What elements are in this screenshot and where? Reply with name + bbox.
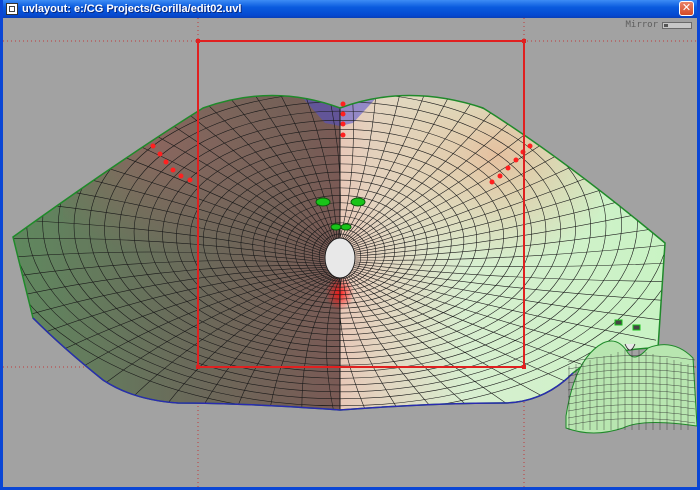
right-eye-island [350,197,366,207]
nostril-left-island [330,223,342,231]
close-button[interactable]: ✕ [679,1,694,16]
uv-viewport[interactable]: Mirror [3,18,697,487]
uv-canvas[interactable] [3,18,697,487]
mirror-control[interactable]: Mirror [625,20,692,30]
mouth-hole [324,237,356,279]
app-icon[interactable] [6,3,18,15]
mirror-toggle[interactable] [662,21,692,29]
window-title: uvlayout: e:/CG Projects/Gorilla/edit02.… [22,3,242,15]
left-eye-island [315,197,331,207]
uvlayout-window: uvlayout: e:/CG Projects/Gorilla/edit02.… [0,0,700,490]
nostril-right-island [340,223,352,231]
mirror-label: Mirror [625,20,658,30]
title-bar[interactable]: uvlayout: e:/CG Projects/Gorilla/edit02.… [3,0,697,18]
